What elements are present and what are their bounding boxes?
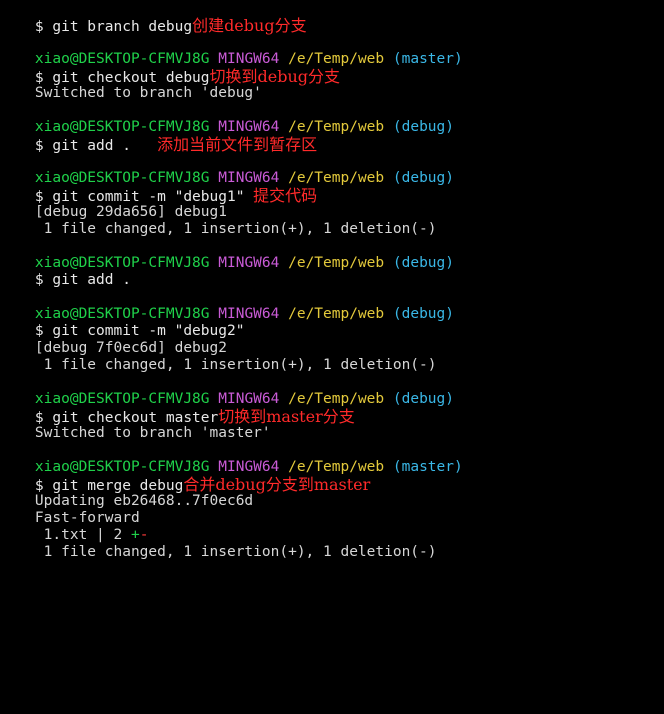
prompt-path: /e/Temp/web [288,255,385,271]
output-line: Fast-forward [0,493,140,526]
prompt-branch: (debug) [392,119,454,135]
command-line: $ git commit -m "debug1" 提交代码 [0,170,317,205]
output-line: [debug 7f0ec6d] debug2 [0,323,227,356]
output-text: Switched to branch 'master' [34,425,271,441]
diffstat-line: 1.txt | 2 +- [0,510,149,543]
command-line: $ git checkout debug切换到debug分支 [0,51,340,86]
command-line: $ git checkout master切换到master分支 [0,391,355,426]
command-line: $ git branch debug创建debug分支 [0,0,307,35]
annotation-note: 添加当前文件到暂存区 [157,135,318,154]
command-text: $ git add . [34,138,131,154]
prompt-path: /e/Temp/web [288,306,385,322]
output-line: 1 file changed, 1 insertion(+), 1 deleti… [0,340,437,373]
output-text: Switched to branch 'debug' [34,85,262,101]
prompt-line: xiao@DESKTOP-CFMVJ8G MINGW64 /e/Temp/web… [0,102,454,135]
output-line: 1 file changed, 1 insertion(+), 1 deleti… [0,204,437,237]
output-text: 1 file changed, 1 insertion(+), 1 deleti… [34,544,437,560]
command-line: $ git merge debug合并debug分支到master [0,459,370,494]
prompt-line: xiao@DESKTOP-CFMVJ8G MINGW64 /e/Temp/web… [0,34,463,67]
output-text: 1 file changed, 1 insertion(+), 1 deleti… [34,357,437,373]
prompt-line: xiao@DESKTOP-CFMVJ8G MINGW64 /e/Temp/web… [0,374,454,407]
prompt-branch: (master) [392,51,463,67]
terminal-window[interactable]: $ git branch debug创建debug分支 xiao@DESKTOP… [0,0,664,560]
command-text: $ git add . [34,272,131,288]
prompt-line: xiao@DESKTOP-CFMVJ8G MINGW64 /e/Temp/web… [0,153,454,186]
annotation-note: 创建debug分支 [192,16,307,35]
output-line: Switched to branch 'debug' [0,68,262,101]
output-line: 1 file changed, 1 insertion(+), 1 deleti… [0,527,437,560]
output-line: Updating eb26468..7f0ec6d [0,476,253,509]
prompt-line: xiao@DESKTOP-CFMVJ8G MINGW64 /e/Temp/web… [0,442,463,475]
output-text: 1 file changed, 1 insertion(+), 1 deleti… [34,221,437,237]
prompt-branch: (master) [392,459,463,475]
annotation-note: 提交代码 [253,186,318,205]
prompt-branch: (debug) [392,170,454,186]
output-line: Switched to branch 'master' [0,408,271,441]
command-line: $ git add . 添加当前文件到暂存区 [0,119,317,154]
prompt-env: MINGW64 [218,255,280,271]
command-line: $ git commit -m "debug2" [0,306,245,339]
prompt-branch: (debug) [392,306,454,322]
command-line: $ git add . [0,255,131,288]
output-line: [debug 29da656] debug1 [0,187,227,220]
prompt-branch: (debug) [392,391,454,407]
prompt-branch: (debug) [392,255,454,271]
prompt-line: xiao@DESKTOP-CFMVJ8G MINGW64 /e/Temp/web… [0,238,454,271]
prompt-line: xiao@DESKTOP-CFMVJ8G MINGW64 /e/Temp/web… [0,289,454,322]
command-text: $ git branch debug [34,19,193,35]
